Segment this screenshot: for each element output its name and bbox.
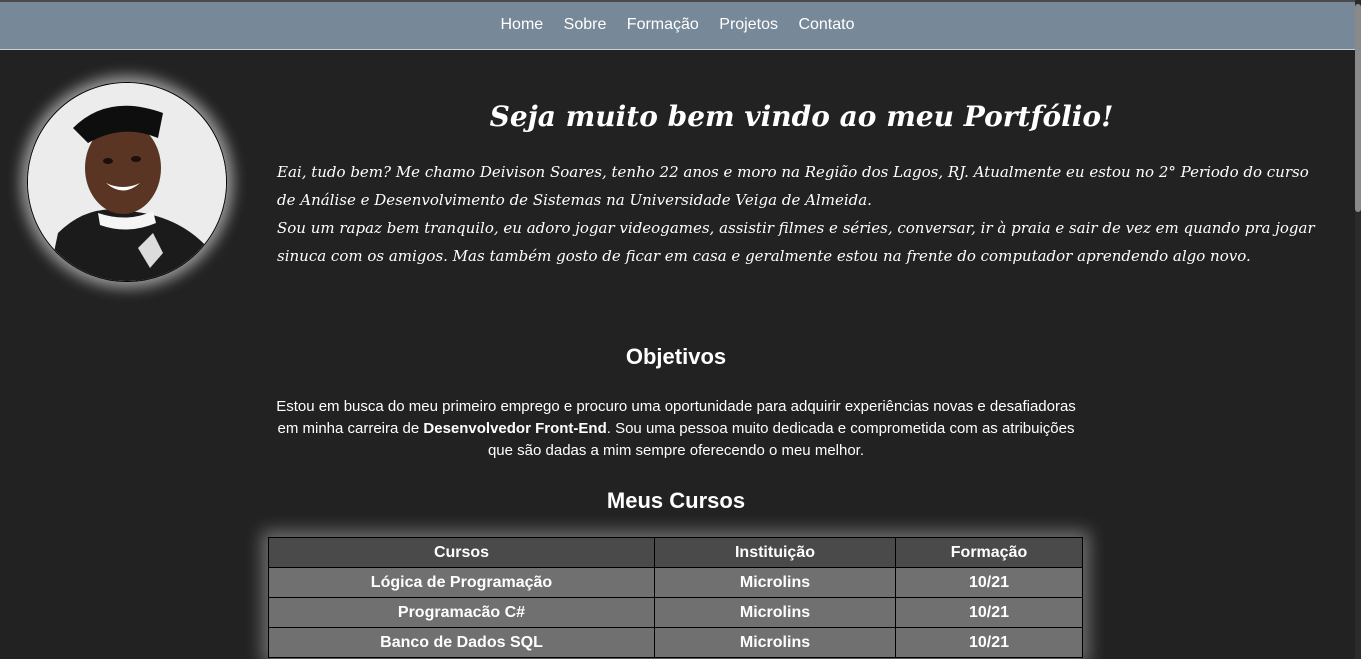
page-scrollbar[interactable] [1355, 0, 1361, 659]
course-name: Programacão C# [268, 597, 655, 628]
table-row: Programacão C# Microlins 10/21 [268, 597, 1083, 628]
course-name: Banco de Dados SQL [268, 627, 655, 658]
university-name: Universidade Veiga de Almeida. [629, 191, 872, 209]
objetivos-title: Objetivos [625, 344, 727, 369]
scrollbar-thumb[interactable] [1355, 4, 1361, 212]
table-header-row: Cursos Instituição Formação [268, 537, 1083, 568]
welcome-title: Seja muito bem vindo ao meu Portfólio! [489, 100, 1114, 133]
nav-link-projetos[interactable]: Projetos [719, 16, 778, 33]
cursos-title: Meus Cursos [606, 488, 746, 513]
column-header-formacao: Formação [895, 537, 1083, 568]
course-date: 10/21 [895, 597, 1083, 628]
course-institution: Microlins [654, 567, 896, 598]
course-name: Lógica de Programação [268, 567, 655, 598]
intro-text: Eai, tudo bem? Me chamo Deivison Soares,… [277, 158, 1322, 270]
top-navigation-bar: Home Sobre Formação Projetos Contato [0, 0, 1355, 50]
cursos-table: Cursos Instituição Formação Lógica de Pr… [268, 537, 1083, 658]
nav-link-formacao[interactable]: Formação [627, 16, 699, 33]
nav-link-contato[interactable]: Contato [798, 16, 854, 33]
profile-photo [27, 82, 227, 282]
cursos-table-container: Cursos Instituição Formação Lógica de Pr… [268, 537, 1083, 658]
intro-paragraph-2: Sou um rapaz bem tranquilo, eu adoro jog… [277, 219, 1315, 265]
nav-link-sobre[interactable]: Sobre [564, 16, 607, 33]
objetivos-role: Desenvolvedor Front-End [423, 420, 607, 437]
main-nav: Home Sobre Formação Projetos Contato [0, 16, 1355, 34]
course-date: 10/21 [895, 567, 1083, 598]
table-row: Banco de Dados SQL Microlins 10/21 [268, 627, 1083, 658]
course-institution: Microlins [654, 627, 896, 658]
course-date: 10/21 [895, 627, 1083, 658]
nav-link-home[interactable]: Home [501, 16, 544, 33]
column-header-cursos: Cursos [268, 537, 655, 568]
table-row: Lógica de Programação Microlins 10/21 [268, 567, 1083, 598]
column-header-instituicao: Instituição [654, 537, 896, 568]
objetivos-text: Estou em busca do meu primeiro emprego e… [276, 396, 1076, 462]
course-institution: Microlins [654, 597, 896, 628]
